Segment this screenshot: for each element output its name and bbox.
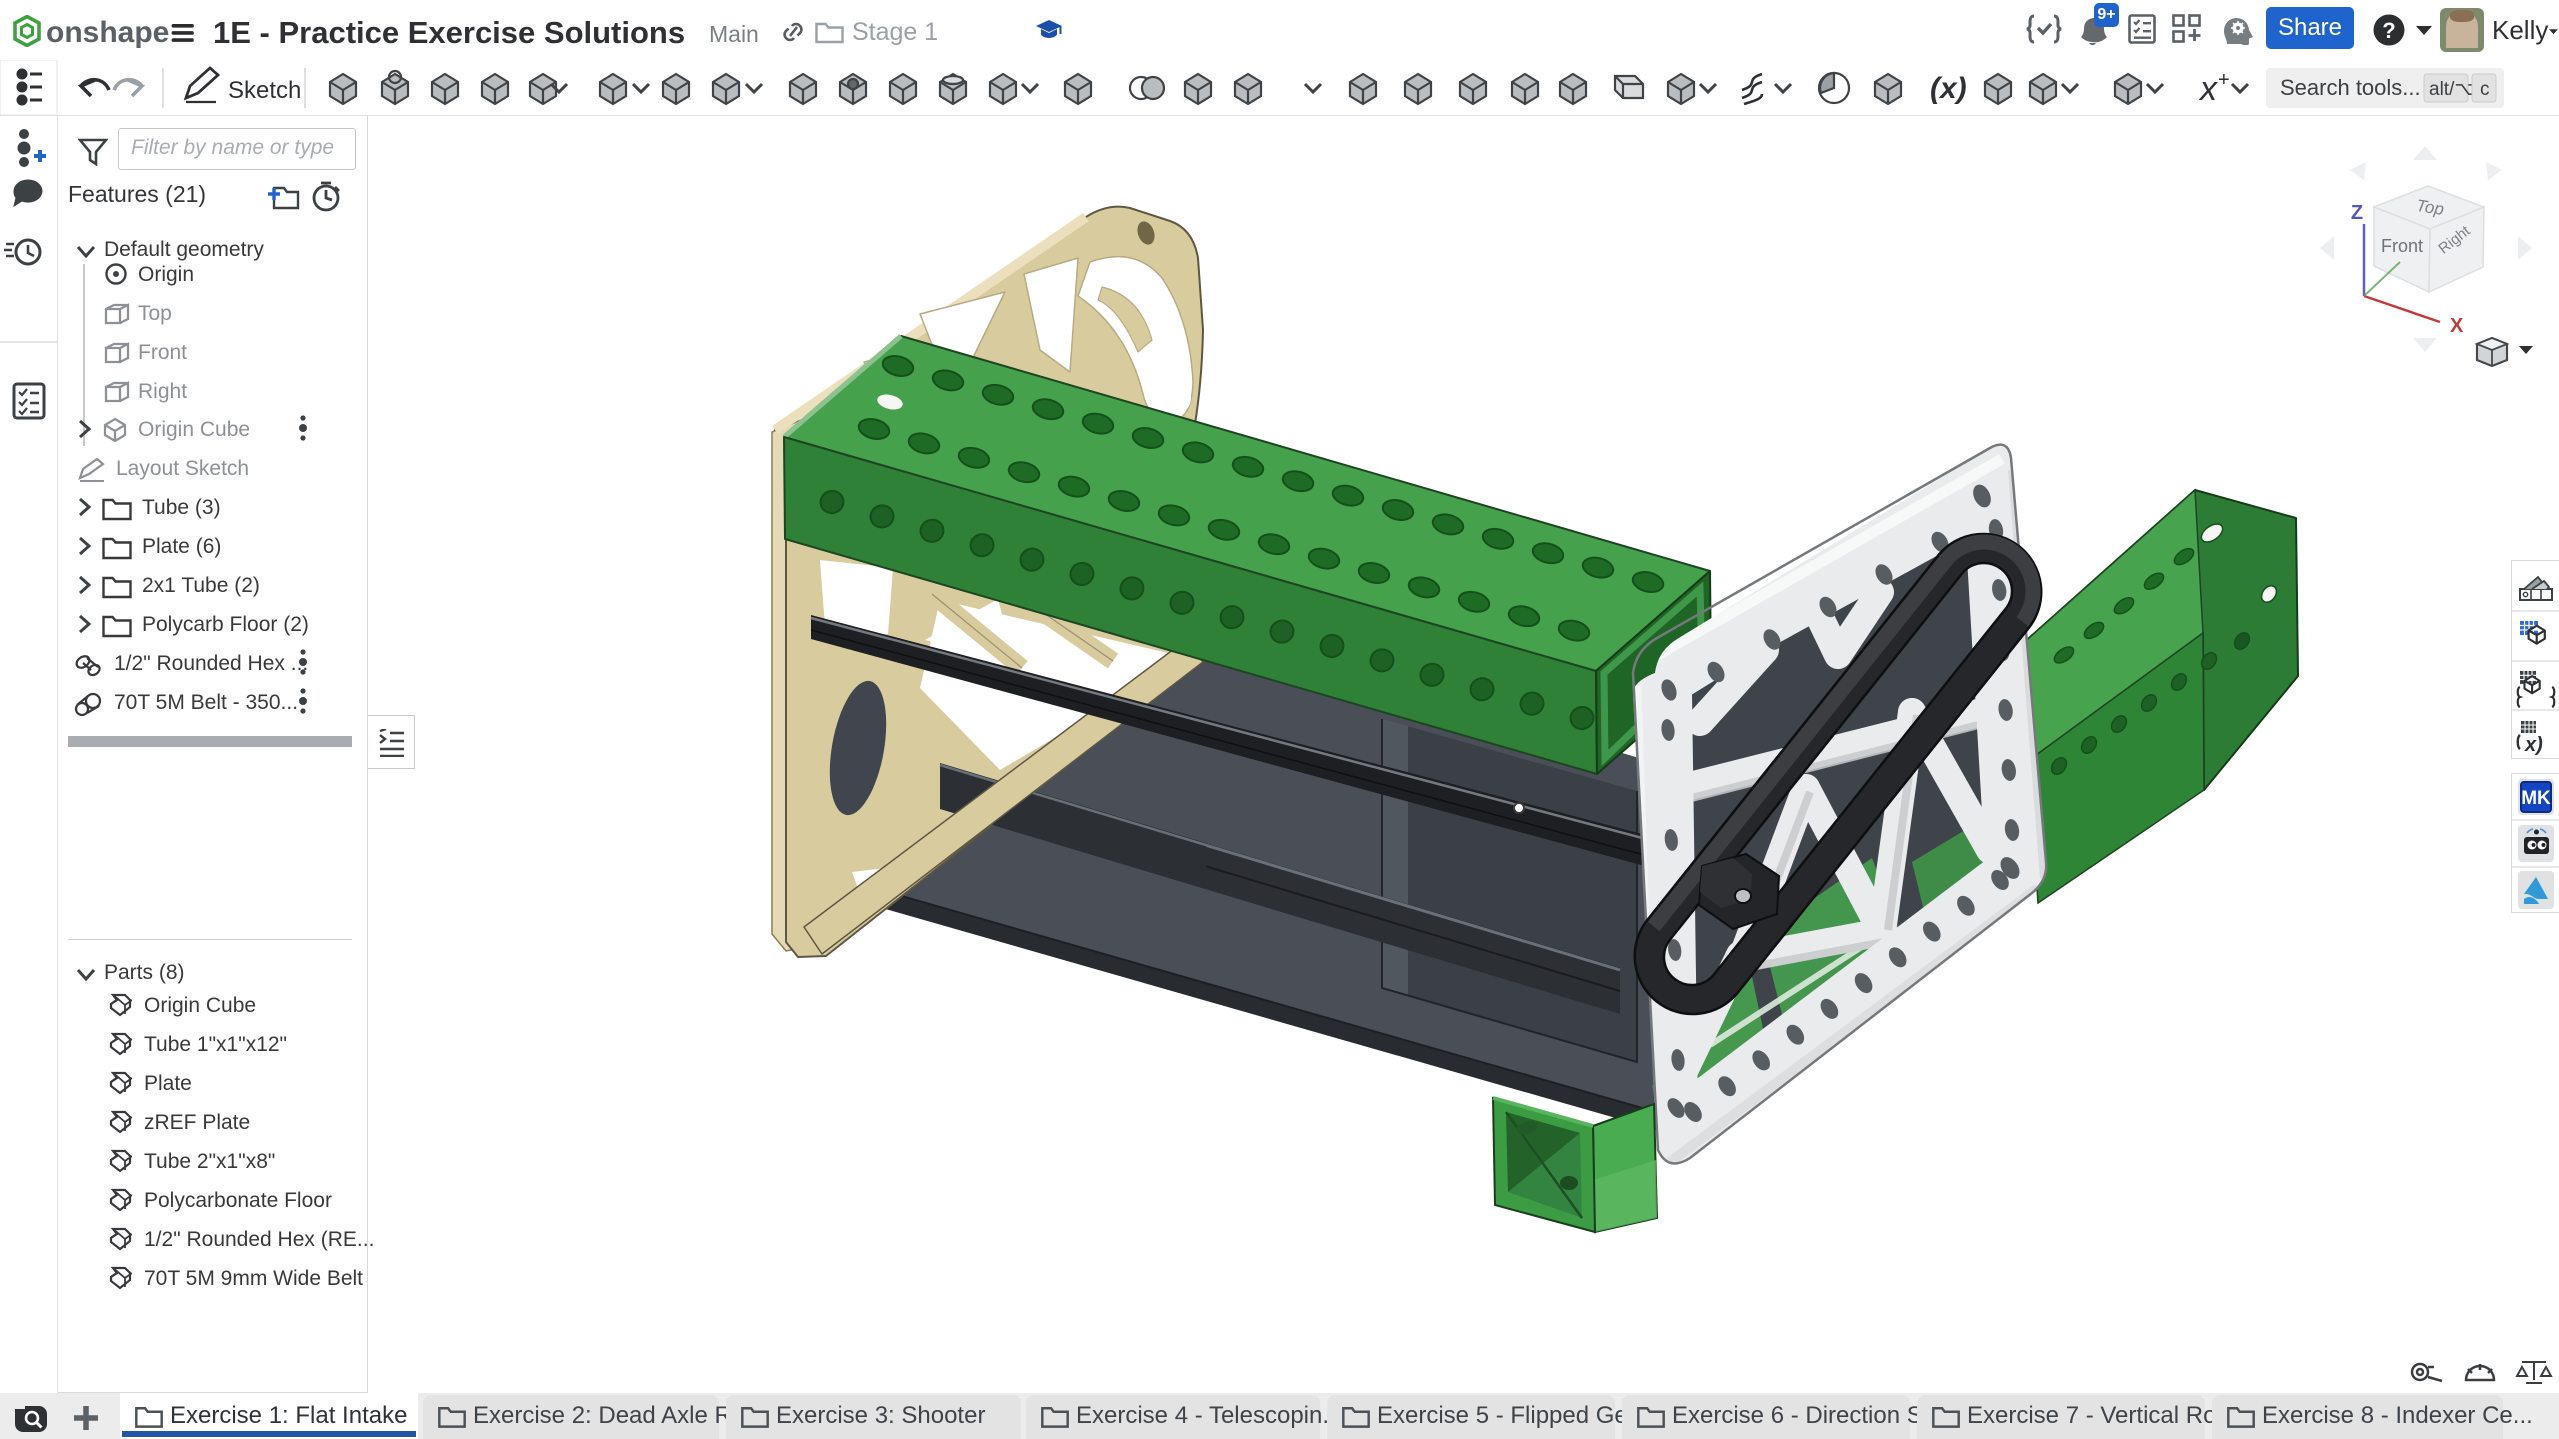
svg-text:x: x [2198, 70, 2218, 108]
svg-text:X: X [2450, 315, 2464, 337]
svg-text:(x): (x) [1930, 72, 1967, 105]
svg-text:Search tools...: Search tools... [2280, 75, 2421, 100]
svg-text:MK: MK [2521, 788, 2551, 809]
svg-text:?: ? [2382, 18, 2395, 43]
svg-text:Front: Front [2381, 236, 2423, 256]
svg-text:c: c [2480, 79, 2490, 100]
svg-text:Sketch: Sketch [228, 77, 301, 104]
svg-text:x): x) [2524, 734, 2543, 756]
svg-text:+: + [2218, 69, 2230, 91]
svg-text:Z: Z [2351, 202, 2363, 224]
svg-text:alt/⌥: alt/⌥ [2429, 79, 2476, 100]
